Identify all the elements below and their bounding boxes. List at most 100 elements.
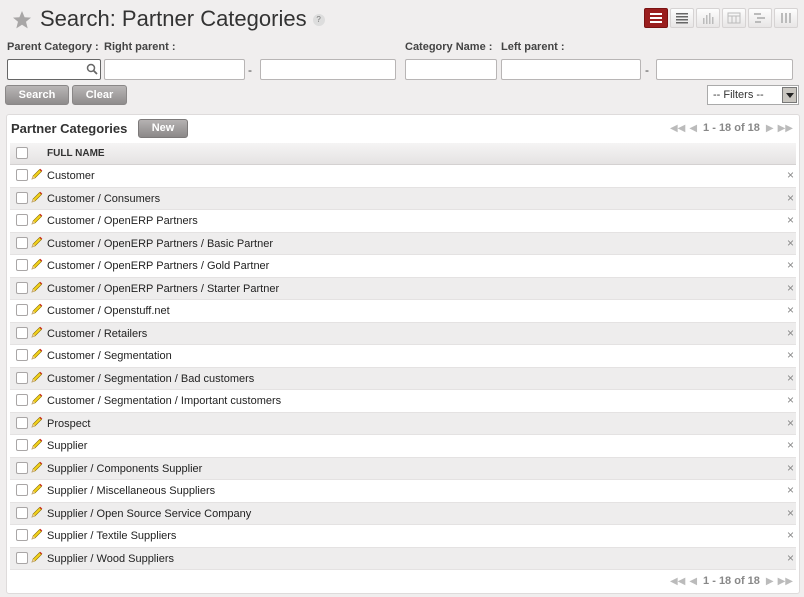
row-checkbox[interactable] (16, 439, 28, 451)
table-row[interactable]: Prospect × (10, 412, 796, 435)
last-page-icon[interactable]: ▶▶ (778, 123, 793, 134)
row-checkbox[interactable] (16, 506, 28, 519)
delete-icon[interactable]: × (787, 416, 794, 430)
new-button[interactable]: New (138, 119, 188, 138)
star-icon[interactable] (12, 10, 32, 30)
right-parent-from-input[interactable] (104, 59, 245, 80)
table-row[interactable]: Customer / Segmentation / Bad customers × (10, 367, 796, 390)
delete-icon[interactable]: × (787, 461, 794, 475)
table-row[interactable]: Customer / OpenERP Partners / Starter Pa… (10, 277, 796, 300)
row-checkbox[interactable] (16, 394, 28, 406)
pencil-icon[interactable] (30, 191, 43, 204)
column-header-full-name[interactable]: FULL NAME (47, 148, 105, 159)
row-full-name[interactable]: Customer (47, 170, 95, 182)
delete-icon[interactable]: × (787, 393, 794, 407)
next-page-icon[interactable]: ▶ (766, 123, 774, 134)
pencil-icon[interactable] (30, 326, 43, 339)
last-page-icon[interactable]: ▶▶ (778, 576, 793, 587)
delete-icon[interactable]: × (787, 348, 794, 362)
left-parent-to-input[interactable] (656, 59, 793, 80)
filters-select[interactable]: -- Filters -- (707, 85, 799, 105)
chevron-down-icon[interactable] (782, 87, 797, 103)
row-full-name[interactable]: Customer / OpenERP Partners / Gold Partn… (47, 260, 269, 272)
row-full-name[interactable]: Customer / Segmentation / Important cust… (47, 395, 281, 407)
next-page-icon[interactable]: ▶ (766, 576, 774, 587)
row-checkbox[interactable] (16, 551, 28, 564)
delete-icon[interactable]: × (787, 281, 794, 295)
graph-view-button[interactable] (696, 8, 720, 28)
row-full-name[interactable]: Customer / OpenERP Partners / Starter Pa… (47, 283, 279, 295)
row-checkbox[interactable] (16, 169, 28, 181)
pencil-icon[interactable] (30, 348, 43, 361)
row-full-name[interactable]: Customer / Openstuff.net (47, 305, 170, 317)
row-checkbox[interactable] (16, 461, 28, 474)
pencil-icon[interactable] (30, 506, 43, 519)
calendar-view-button[interactable] (722, 8, 746, 28)
row-full-name[interactable]: Supplier / Open Source Service Company (47, 508, 251, 520)
pager-text[interactable]: 1 - 18 of 18 (703, 122, 760, 134)
row-checkbox[interactable] (16, 214, 28, 226)
pencil-icon[interactable] (30, 393, 43, 406)
row-checkbox[interactable] (16, 371, 28, 384)
first-page-icon[interactable]: ◀◀ (670, 123, 685, 134)
row-checkbox[interactable] (16, 529, 28, 541)
row-full-name[interactable]: Supplier / Textile Suppliers (47, 530, 176, 542)
table-row[interactable]: Supplier / Components Supplier × (10, 457, 796, 480)
table-row[interactable]: Supplier / Open Source Service Company × (10, 502, 796, 525)
first-page-icon[interactable]: ◀◀ (670, 576, 685, 587)
pencil-icon[interactable] (30, 258, 43, 271)
gantt-view-button[interactable] (748, 8, 772, 28)
table-row[interactable]: Customer / OpenERP Partners × (10, 210, 796, 233)
table-row[interactable]: Supplier / Textile Suppliers × (10, 525, 796, 548)
pencil-icon[interactable] (30, 551, 43, 564)
table-row[interactable]: Customer / Segmentation × (10, 345, 796, 368)
row-checkbox[interactable] (16, 191, 28, 204)
pencil-icon[interactable] (30, 416, 43, 429)
row-full-name[interactable]: Customer / OpenERP Partners / Basic Part… (47, 238, 273, 250)
row-checkbox[interactable] (16, 416, 28, 429)
table-row[interactable]: Customer / Retailers × (10, 322, 796, 345)
table-row[interactable]: Supplier / Miscellaneous Suppliers × (10, 480, 796, 503)
table-row[interactable]: Customer / Segmentation / Important cust… (10, 390, 796, 413)
row-full-name[interactable]: Customer / Segmentation (47, 350, 172, 362)
help-icon[interactable]: ? (312, 14, 325, 27)
table-row[interactable]: Supplier / Wood Suppliers × (10, 547, 796, 570)
row-checkbox[interactable] (16, 259, 28, 271)
row-full-name[interactable]: Supplier / Miscellaneous Suppliers (47, 485, 215, 497)
row-checkbox[interactable] (16, 236, 28, 249)
pencil-icon[interactable] (30, 483, 43, 496)
pencil-icon[interactable] (30, 371, 43, 384)
row-checkbox[interactable] (16, 281, 28, 294)
row-full-name[interactable]: Supplier / Wood Suppliers (47, 553, 174, 565)
table-row[interactable]: Customer / Openstuff.net × (10, 300, 796, 323)
clear-button[interactable]: Clear (72, 85, 127, 105)
row-full-name[interactable]: Supplier / Components Supplier (47, 463, 202, 475)
search-button[interactable]: Search (5, 85, 69, 105)
row-checkbox[interactable] (16, 326, 28, 339)
pencil-icon[interactable] (30, 438, 43, 451)
select-all-checkbox[interactable] (16, 147, 28, 159)
list-view-button[interactable] (644, 8, 668, 28)
left-parent-from-input[interactable] (501, 59, 641, 80)
row-checkbox[interactable] (16, 304, 28, 316)
delete-icon[interactable]: × (787, 371, 794, 385)
pencil-icon[interactable] (30, 213, 43, 226)
delete-icon[interactable]: × (787, 168, 794, 182)
prev-page-icon[interactable]: ◀ (689, 123, 697, 134)
pencil-icon[interactable] (30, 281, 43, 294)
row-full-name[interactable]: Customer / Segmentation / Bad customers (47, 373, 254, 385)
row-checkbox[interactable] (16, 484, 28, 496)
delete-icon[interactable]: × (787, 191, 794, 205)
delete-icon[interactable]: × (787, 483, 794, 497)
delete-icon[interactable]: × (787, 213, 794, 227)
pencil-icon[interactable] (30, 236, 43, 249)
delete-icon[interactable]: × (787, 438, 794, 452)
delete-icon[interactable]: × (787, 236, 794, 250)
table-row[interactable]: Customer / Consumers × (10, 187, 796, 210)
delete-icon[interactable]: × (787, 506, 794, 520)
right-parent-to-input[interactable] (260, 59, 396, 80)
page-view-button[interactable] (670, 8, 694, 28)
kanban-view-button[interactable] (774, 8, 798, 28)
row-full-name[interactable]: Customer / Consumers (47, 193, 160, 205)
delete-icon[interactable]: × (787, 326, 794, 340)
